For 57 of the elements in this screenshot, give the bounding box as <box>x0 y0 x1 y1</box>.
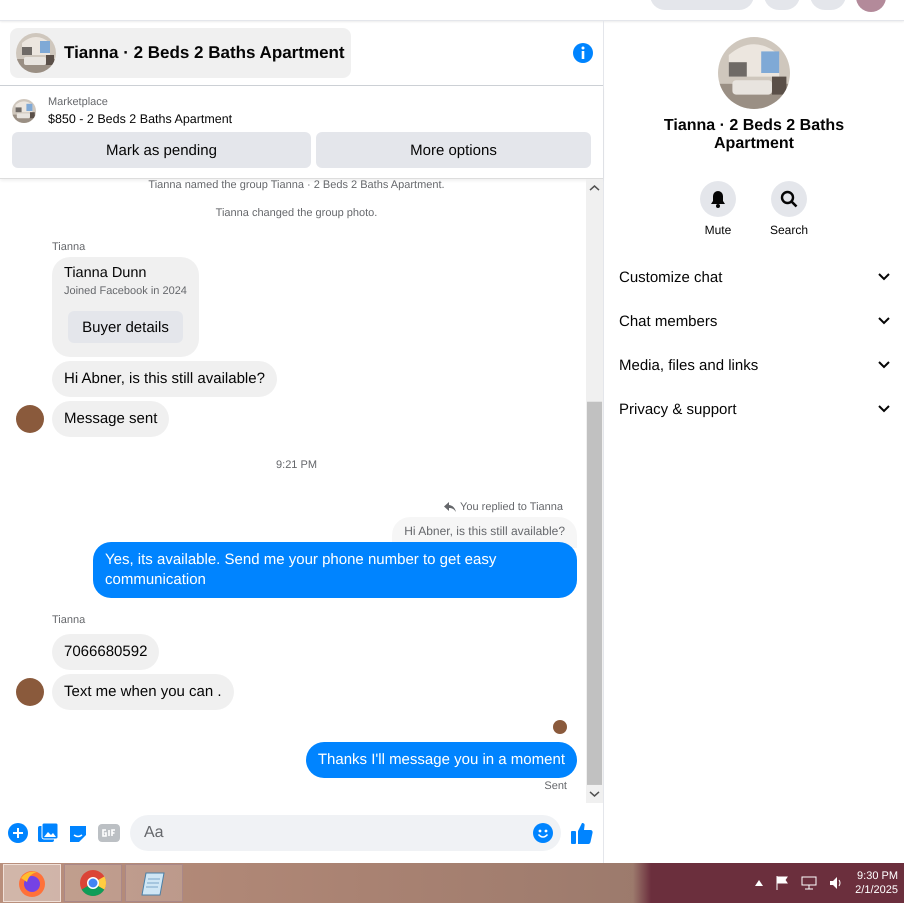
add-icon[interactable] <box>8 823 28 843</box>
listing-action-button[interactable]: More options <box>316 132 591 168</box>
section-header[interactable]: Chat members <box>618 299 890 343</box>
seen-avatar <box>553 720 567 734</box>
clock-date: 2/1/2025 <box>855 884 898 896</box>
system-message: Tianna named the group Tianna · 2 Beds 2 Baths Apartment. <box>148 179 445 191</box>
emoji-icon[interactable] <box>533 823 553 843</box>
flag-icon[interactable] <box>775 876 790 890</box>
browser-icon <box>78 868 108 898</box>
network-icon[interactable] <box>801 876 818 890</box>
sticker-icon[interactable] <box>68 823 88 843</box>
clock-time: 9:30 PM <box>857 870 898 882</box>
action-label: Search <box>770 223 808 237</box>
bell-icon <box>710 190 726 208</box>
search-icon <box>780 190 798 208</box>
conversation-title[interactable]: Tianna · 2 Beds 2 Baths Apartment <box>10 28 351 78</box>
section-header[interactable]: Media, files and links <box>618 343 890 387</box>
profile-subtitle: Joined Facebook in 2024 <box>64 285 187 297</box>
message-bubble: 7066680592 <box>52 634 160 670</box>
sender-name: Tianna <box>52 614 86 626</box>
message-bubble: Thanks I'll message you in a moment <box>306 742 577 778</box>
message-input[interactable]: Aa <box>142 823 533 843</box>
thumbs-up-icon[interactable] <box>571 822 593 844</box>
section-header[interactable]: Customize chat <box>618 255 890 299</box>
taskbar-app[interactable] <box>125 864 183 902</box>
chevron-icon <box>878 361 890 369</box>
message-field[interactable]: Aa <box>130 815 561 851</box>
message-bubble: Yes, its available. Send me your phone number to get easy communication <box>93 542 577 598</box>
message-bubble: Message sent <box>52 401 170 437</box>
timestamp: 9:21 PM <box>276 459 317 471</box>
photo-icon[interactable] <box>38 823 58 843</box>
caret-icon[interactable] <box>755 880 764 886</box>
system-message: Tianna changed the group photo. <box>216 207 378 219</box>
info-icon[interactable] <box>573 43 593 63</box>
mute-button[interactable] <box>700 181 736 217</box>
chevron-icon <box>878 317 890 325</box>
profile-name: Tianna Dunn <box>64 265 148 281</box>
message-bubble: Text me when you can . <box>52 674 234 710</box>
chevron-icon <box>878 405 890 413</box>
scrollbar[interactable] <box>586 179 603 803</box>
section-header[interactable]: Privacy & support <box>618 387 890 431</box>
chat-title: Tianna · 2 Beds 2 Baths Apartment <box>662 117 846 153</box>
reply-note: You replied to Tianna <box>460 501 563 513</box>
listing-title: $850 - 2 Beds 2 Baths Apartment <box>48 112 232 126</box>
reply-icon <box>444 502 456 512</box>
taskbar-app[interactable] <box>64 864 122 902</box>
listing-action-button[interactable]: Mark as pending <box>12 132 311 168</box>
message-status: Sent <box>544 780 567 792</box>
browser-icon <box>17 868 47 898</box>
listing-source: Marketplace <box>48 96 109 108</box>
sender-name: Tianna <box>52 241 86 253</box>
search-button[interactable] <box>771 181 807 217</box>
action-label: Mute <box>704 223 732 237</box>
volume-icon[interactable] <box>829 876 844 890</box>
buyer-details-button[interactable]: Buyer details <box>68 311 183 343</box>
message-bubble: Hi Abner, is this still available? <box>52 361 277 397</box>
chevron-icon <box>878 273 890 281</box>
